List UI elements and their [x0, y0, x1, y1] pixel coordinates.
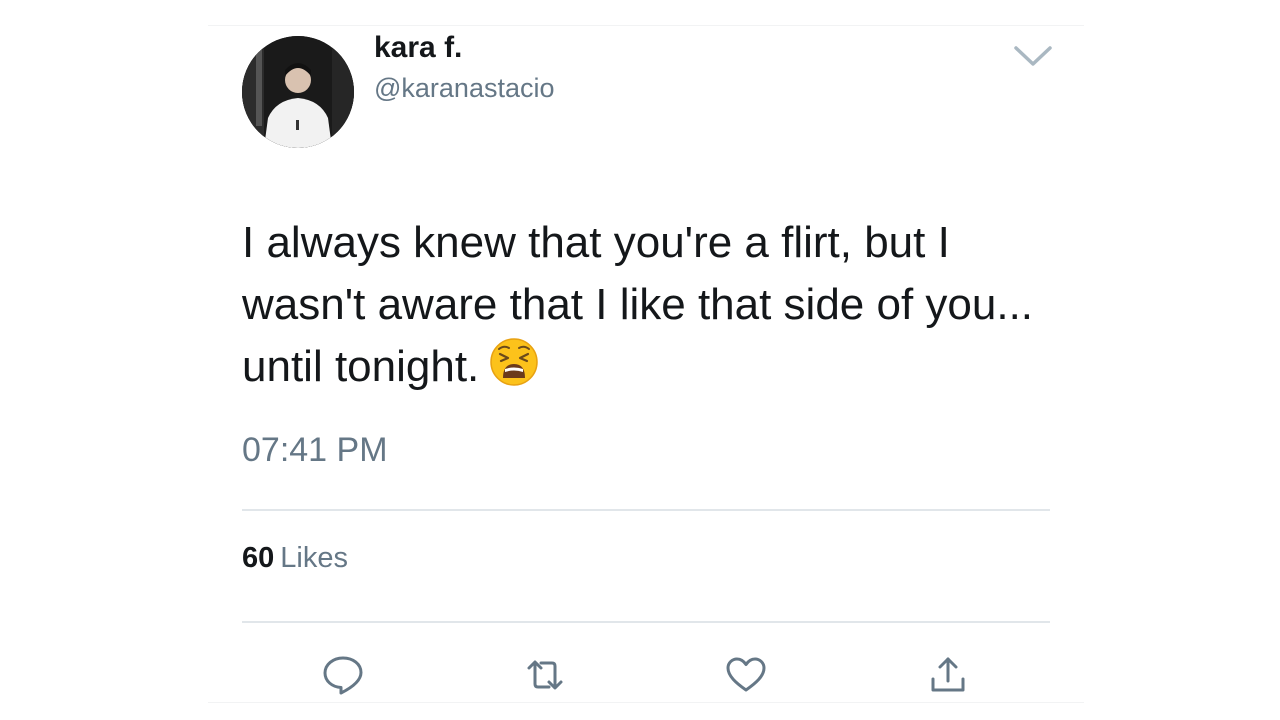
likes-stat[interactable]: 60 Likes	[242, 540, 348, 576]
display-name[interactable]: kara f.	[374, 30, 462, 66]
heart-icon	[726, 657, 766, 692]
tweet-text: I always knew that you're a flirt, but I…	[242, 212, 1062, 398]
user-handle[interactable]: @karanastacio	[374, 71, 555, 105]
reply-button[interactable]	[321, 653, 365, 697]
like-button[interactable]	[724, 653, 768, 697]
avatar[interactable]	[242, 36, 354, 148]
profile-photo-icon	[242, 36, 354, 148]
weary-face-emoji-icon	[489, 337, 539, 387]
chevron-down-icon[interactable]	[1010, 40, 1056, 72]
tweet-body: I always knew that you're a flirt, but I…	[242, 218, 1034, 391]
retweet-button[interactable]	[523, 653, 567, 697]
divider	[242, 509, 1050, 511]
divider	[242, 621, 1050, 623]
share-icon	[931, 657, 965, 692]
likes-label: Likes	[280, 542, 348, 574]
share-button[interactable]	[926, 653, 970, 697]
reply-icon	[323, 656, 363, 695]
retweet-icon	[527, 660, 563, 690]
likes-count: 60	[242, 542, 275, 574]
timestamp[interactable]: 07:41 PM	[242, 430, 388, 470]
